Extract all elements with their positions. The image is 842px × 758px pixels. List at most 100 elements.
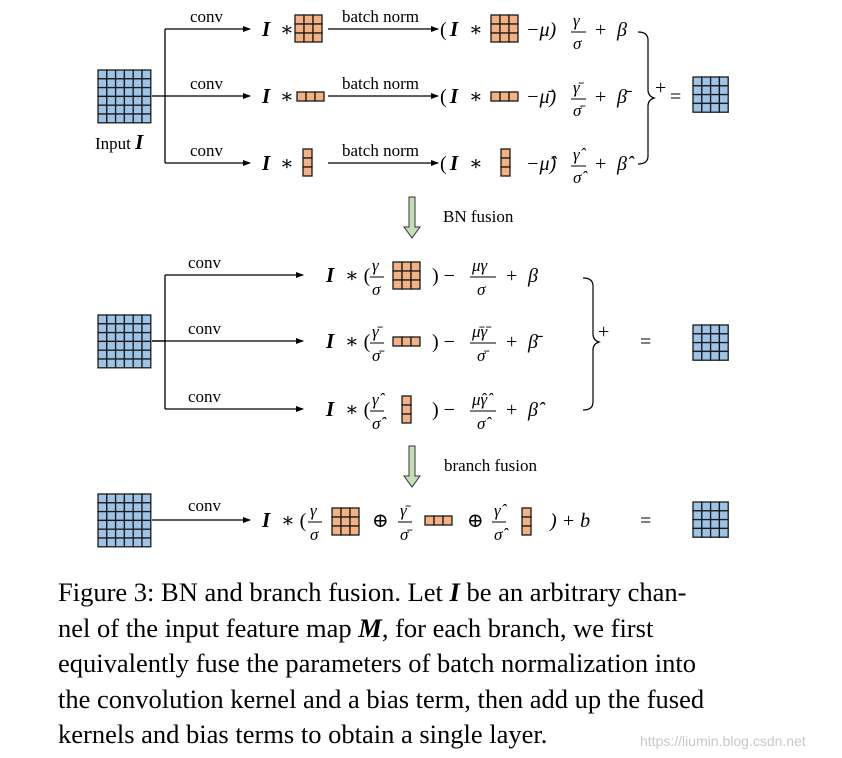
conv-operator: ∗: [469, 86, 483, 108]
conv-operator: ∗ (: [345, 265, 371, 287]
grid-cell: [349, 525, 360, 536]
grid-cell: [340, 525, 351, 536]
grid-cell: [709, 341, 721, 353]
gamma: γ̄: [372, 322, 384, 341]
grid-cell: [114, 519, 126, 530]
oplus: ⊕: [467, 510, 484, 532]
grid-cell: [106, 349, 117, 360]
grid-cell: [106, 104, 117, 115]
grid-cell: [123, 69, 134, 80]
conv-operator: ∗: [469, 153, 483, 175]
sigma: σ̄: [372, 346, 385, 365]
grid-cell: [508, 91, 519, 102]
grid-cell: [106, 340, 117, 351]
grid-cell: [114, 510, 126, 522]
grid-cell: [97, 358, 108, 369]
grid-cell: [314, 91, 325, 102]
gamma: γ: [310, 501, 318, 520]
grid-cell: [106, 510, 117, 522]
paren-close-minus: ) −: [432, 265, 455, 287]
bias-numerator: μγ: [471, 256, 489, 275]
grid-cell: [718, 518, 729, 530]
caption-line: the convolution kernel and a bias term, …: [58, 683, 705, 714]
grid-cell: [331, 525, 342, 536]
grid-cell: [401, 279, 412, 290]
grid-cell: [349, 516, 360, 527]
grid-cell: [123, 349, 134, 360]
grid-cell: [294, 23, 305, 34]
grid-cell: [141, 510, 152, 522]
grid-cell: [97, 331, 108, 343]
grid-cell: [718, 102, 729, 113]
grid-cell: [132, 502, 143, 513]
grid-cell: [132, 113, 143, 124]
gamma: γ̄: [400, 501, 412, 520]
grid-cell: [97, 510, 108, 522]
grid-cell: [709, 76, 721, 87]
grid-cell: [521, 525, 532, 536]
grid-cell: [123, 331, 134, 343]
grid-cell: [123, 104, 134, 115]
grid-cell: [97, 314, 108, 325]
conv-operator: ∗: [469, 19, 483, 41]
gamma: γ̂: [573, 145, 587, 164]
paren-open: (: [440, 153, 447, 175]
beta: β: [527, 265, 538, 287]
grid-cell: [718, 341, 729, 353]
grid-cell: [709, 350, 721, 361]
grid-cell: [302, 157, 313, 168]
grid-cell: [499, 14, 510, 25]
grid-cell: [132, 340, 143, 351]
equals: =: [640, 331, 651, 353]
grid-cell: [106, 358, 117, 369]
grid-cell: [499, 32, 510, 43]
kernel-1x3: [490, 91, 519, 102]
input-feature-map: [97, 69, 152, 124]
grid-cell: [106, 502, 117, 513]
equals: =: [640, 510, 651, 532]
sigma: σ: [573, 34, 582, 53]
conv-label: conv: [190, 7, 224, 26]
grid-cell: [97, 519, 108, 530]
kernel-3x3: [490, 14, 519, 43]
grid-cell: [106, 519, 117, 530]
watermark: https://liumin.blog.csdn.net: [640, 733, 806, 749]
grid-cell: [424, 515, 435, 526]
conv-label: conv: [190, 74, 224, 93]
grid-cell: [701, 501, 712, 512]
grid-cell: [97, 493, 108, 504]
grid-cell: [692, 527, 703, 538]
grid-cell: [114, 113, 126, 124]
grid-cell: [718, 76, 729, 87]
grid-cell: [106, 528, 117, 539]
grid-cell: [141, 358, 152, 369]
input-symbol: I: [449, 84, 459, 108]
grid-cell: [97, 78, 108, 89]
grid-cell: [701, 333, 712, 344]
grid-cell: [141, 331, 152, 343]
sigma: σ: [372, 280, 381, 299]
grid-cell: [508, 23, 519, 34]
gamma: γ: [573, 11, 581, 30]
grid-cell: [508, 14, 519, 25]
grid-cell: [132, 323, 143, 334]
grid-cell: [106, 537, 117, 548]
sum-brace: [637, 31, 656, 165]
sum-plus: +: [598, 321, 609, 343]
kernel-3x3: [331, 507, 360, 536]
grid-cell: [305, 91, 316, 102]
grid-cell: [718, 527, 729, 538]
grid-cell: [709, 85, 721, 96]
gamma: γ̄: [573, 78, 585, 97]
grid-cell: [97, 95, 108, 106]
grid-cell: [692, 518, 703, 530]
section-1-branches: Input I conv conv conv I ∗ batch norm ( …: [95, 7, 729, 187]
grid-cell: [132, 510, 143, 522]
grid-cell: [692, 501, 703, 512]
conv-operator: ∗: [280, 153, 294, 175]
grid-cell: [490, 91, 501, 102]
grid-cell: [114, 69, 126, 80]
grid-cell: [692, 324, 703, 335]
grid-cell: [141, 78, 152, 89]
grid-cell: [123, 86, 134, 98]
